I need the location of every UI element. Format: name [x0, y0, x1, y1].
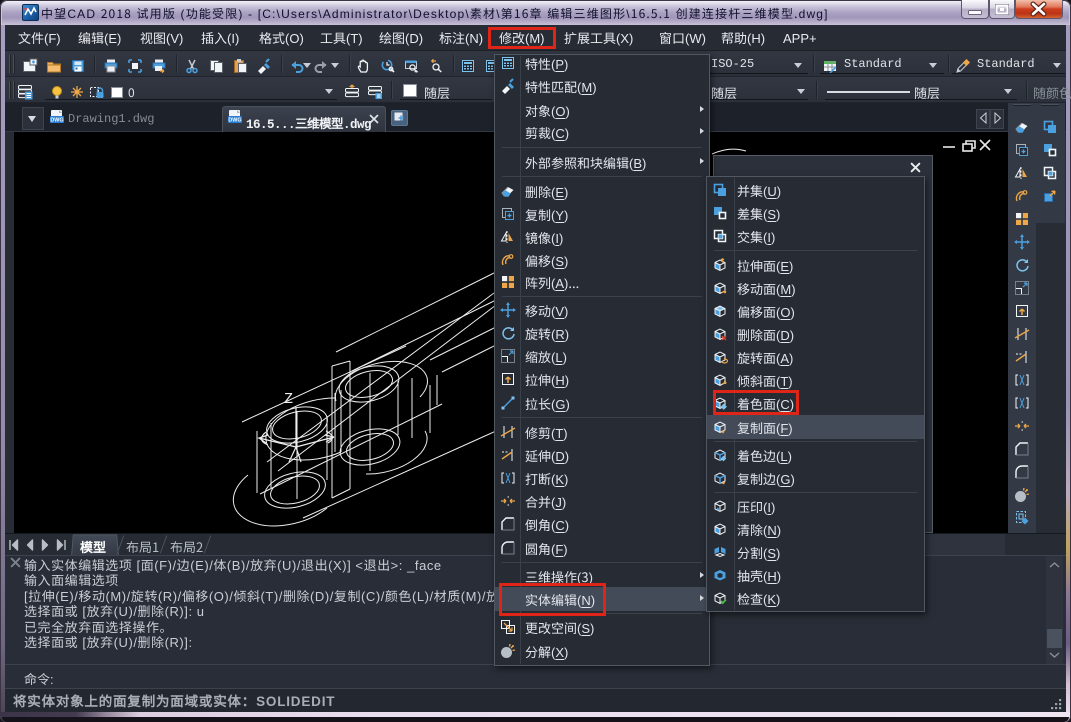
svg-text:DWG: DWG — [50, 118, 63, 124]
svg-text:Z: Z — [284, 391, 293, 408]
svg-text:DWG: DWG — [228, 118, 241, 124]
